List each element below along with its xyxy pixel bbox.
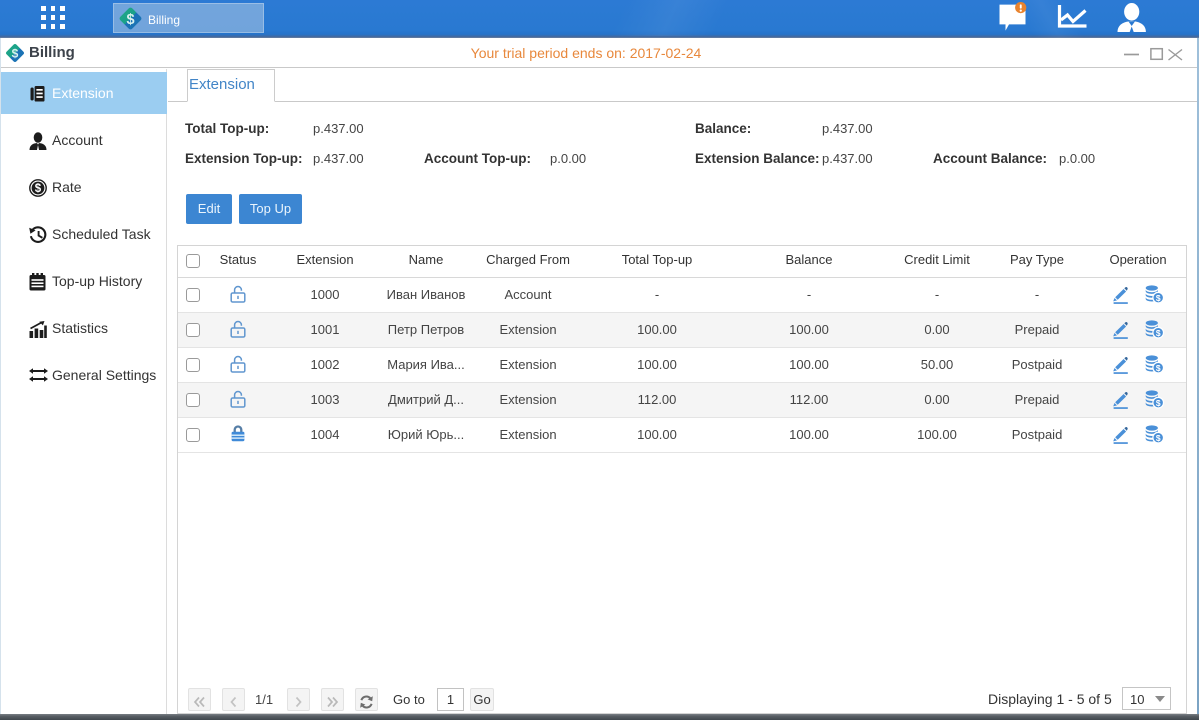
svg-text:$: $: [35, 183, 42, 195]
svg-text:$: $: [1156, 328, 1161, 338]
svg-text:$: $: [1156, 398, 1161, 408]
svg-text:$: $: [126, 12, 134, 28]
svg-text:$: $: [1156, 433, 1161, 443]
svg-text:$: $: [1156, 293, 1161, 303]
svg-text:$: $: [1156, 363, 1161, 373]
